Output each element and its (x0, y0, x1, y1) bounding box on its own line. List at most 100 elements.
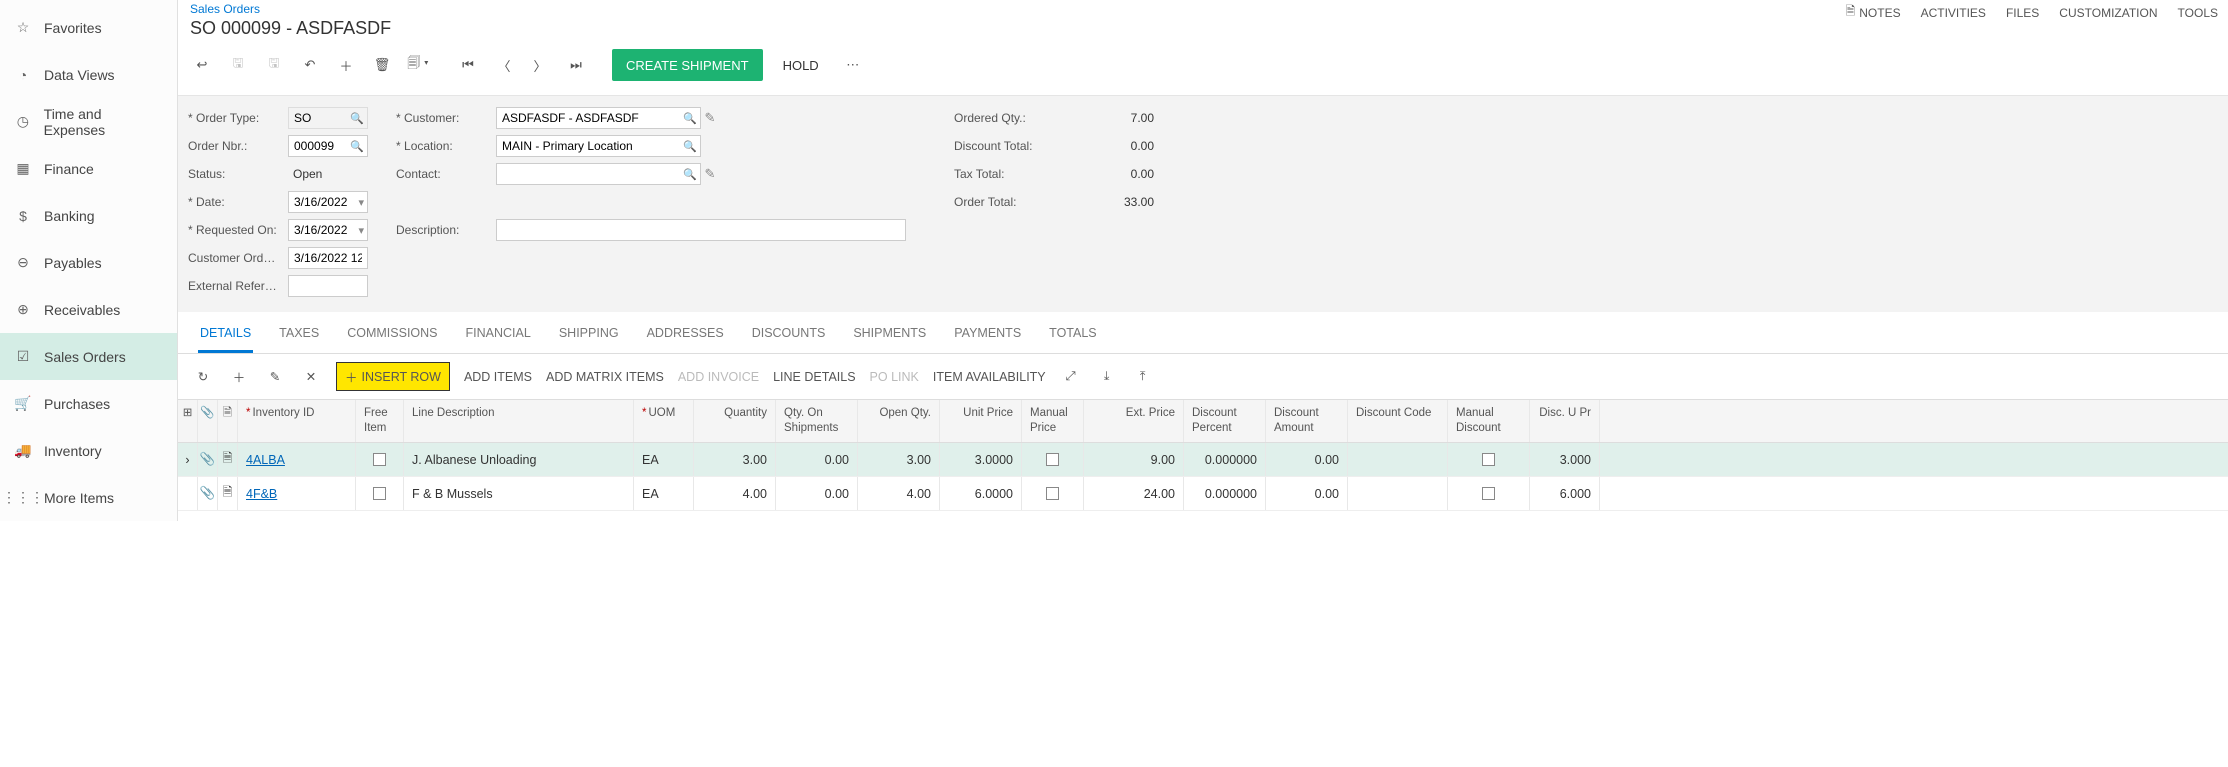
sidebar-item-banking[interactable]: $Banking (0, 192, 177, 239)
col-open-qty[interactable]: Open Qty. (858, 400, 940, 442)
pencil-icon[interactable]: ✎ (701, 166, 719, 182)
attach-icon[interactable]: 📎 (198, 477, 218, 510)
col-manual-discount[interactable]: Manual Discount (1448, 400, 1530, 442)
date-input[interactable] (288, 191, 368, 213)
tab-payments[interactable]: PAYMENTS (952, 316, 1023, 353)
breadcrumb[interactable]: Sales Orders (188, 2, 391, 16)
next-button[interactable]: 〉 (526, 51, 554, 79)
cell-discount-amount[interactable]: 0.00 (1266, 443, 1348, 476)
undo-button[interactable]: ↶ (296, 51, 324, 79)
cell-inventory-id[interactable]: 4ALBA (238, 443, 356, 476)
customer-ord-input[interactable] (288, 247, 368, 269)
fit-columns-button[interactable]: ⤢ (1060, 369, 1082, 384)
tab-details[interactable]: DETAILS (198, 316, 253, 353)
delete-row-button[interactable]: ✕ (300, 369, 322, 384)
line-details-button[interactable]: LINE DETAILS (773, 370, 855, 384)
cell-manual-price[interactable] (1022, 477, 1084, 510)
location-input[interactable] (496, 135, 701, 157)
cell-line-description[interactable]: J. Albanese Unloading (404, 443, 634, 476)
insert-row-button[interactable]: ＋INSERT ROW (336, 362, 450, 391)
sidebar-item-receivables[interactable]: ⊕Receivables (0, 286, 177, 333)
cell-disc-u[interactable]: 3.000 (1530, 443, 1600, 476)
back-button[interactable]: ↩ (188, 51, 216, 79)
item-availability-button[interactable]: ITEM AVAILABILITY (933, 370, 1046, 384)
refresh-button[interactable]: ↻ (192, 369, 214, 384)
order-nbr-input[interactable] (288, 135, 368, 157)
table-row[interactable]: 📎🗎4F&BF & B MusselsEA4.000.004.006.00002… (178, 477, 2228, 511)
add-row-button[interactable]: ＋ (228, 367, 250, 386)
cell-qty-on-shipments[interactable]: 0.00 (776, 477, 858, 510)
sidebar-item-time-and-expenses[interactable]: ◷Time and Expenses (0, 98, 177, 145)
cell-unit-price[interactable]: 6.0000 (940, 477, 1022, 510)
sidebar-item-sales-orders[interactable]: ☑Sales Orders (0, 333, 177, 380)
tab-discounts[interactable]: DISCOUNTS (750, 316, 828, 353)
col-manual-price[interactable]: Manual Price (1022, 400, 1084, 442)
cell-line-description[interactable]: F & B Mussels (404, 477, 634, 510)
cell-qty-on-shipments[interactable]: 0.00 (776, 443, 858, 476)
cell-free-item[interactable] (356, 477, 404, 510)
tab-shipping[interactable]: SHIPPING (557, 316, 621, 353)
sidebar-item-data-views[interactable]: ◔Data Views (0, 51, 177, 98)
col-uom[interactable]: *UOM (634, 400, 694, 442)
col-unit-price[interactable]: Unit Price (940, 400, 1022, 442)
cell-free-item[interactable] (356, 443, 404, 476)
cell-discount-percent[interactable]: 0.000000 (1184, 443, 1266, 476)
cell-quantity[interactable]: 3.00 (694, 443, 776, 476)
upload-button[interactable]: ⤒ (1132, 369, 1154, 384)
edit-row-button[interactable]: ✎ (264, 369, 286, 384)
col-discount-percent[interactable]: Discount Percent (1184, 400, 1266, 442)
note-icon[interactable]: 🗎 (218, 477, 238, 510)
sidebar-item-purchases[interactable]: 🛒Purchases (0, 380, 177, 427)
pencil-icon[interactable]: ✎ (701, 110, 719, 126)
col-discount-amount[interactable]: Discount Amount (1266, 400, 1348, 442)
cell-discount-code[interactable] (1348, 443, 1448, 476)
add-button[interactable]: ＋ (332, 51, 360, 79)
order-type-input[interactable] (288, 107, 368, 129)
sidebar-item-more-items[interactable]: ⋮⋮⋮More Items (0, 474, 177, 521)
files-action[interactable]: FILES (2006, 6, 2039, 20)
customer-input[interactable] (496, 107, 701, 129)
more-button[interactable]: ⋯ (839, 51, 867, 79)
cell-unit-price[interactable]: 3.0000 (940, 443, 1022, 476)
cell-quantity[interactable]: 4.00 (694, 477, 776, 510)
cell-manual-discount[interactable] (1448, 443, 1530, 476)
contact-input[interactable] (496, 163, 701, 185)
sidebar-item-favorites[interactable]: ☆Favorites (0, 4, 177, 51)
table-row[interactable]: ›📎🗎4ALBAJ. Albanese UnloadingEA3.000.003… (178, 443, 2228, 477)
col-quantity[interactable]: Quantity (694, 400, 776, 442)
cell-discount-code[interactable] (1348, 477, 1448, 510)
row-expand[interactable] (178, 477, 198, 510)
copy-button[interactable]: 🗐 ▾ (404, 51, 432, 79)
add-items-button[interactable]: ADD ITEMS (464, 370, 532, 384)
external-ref-input[interactable] (288, 275, 368, 297)
activities-action[interactable]: ACTIVITIES (1921, 6, 1986, 20)
last-button[interactable]: ⏭ (562, 51, 590, 79)
cell-manual-price[interactable] (1022, 443, 1084, 476)
add-matrix-items-button[interactable]: ADD MATRIX ITEMS (546, 370, 664, 384)
col-inventory-id[interactable]: *Inventory ID (238, 400, 356, 442)
attach-icon[interactable]: 📎 (198, 443, 218, 476)
tools-action[interactable]: TOOLS (2178, 6, 2218, 20)
first-button[interactable]: ⏮ (454, 51, 482, 79)
sidebar-item-inventory[interactable]: 🚚Inventory (0, 427, 177, 474)
delete-button[interactable]: 🗑 (368, 51, 396, 79)
description-input[interactable] (496, 219, 906, 241)
create-shipment-button[interactable]: CREATE SHIPMENT (612, 49, 763, 81)
requested-on-input[interactable] (288, 219, 368, 241)
cell-open-qty[interactable]: 3.00 (858, 443, 940, 476)
cell-discount-percent[interactable]: 0.000000 (1184, 477, 1266, 510)
sidebar-item-finance[interactable]: ▦Finance (0, 145, 177, 192)
prev-button[interactable]: 〈 (490, 51, 518, 79)
tab-financial[interactable]: FINANCIAL (464, 316, 533, 353)
col-discount-code[interactable]: Discount Code (1348, 400, 1448, 442)
col-expand[interactable]: ⊞ (178, 400, 198, 442)
cell-inventory-id[interactable]: 4F&B (238, 477, 356, 510)
cell-disc-u[interactable]: 6.000 (1530, 477, 1600, 510)
save-close-button[interactable]: 🖫 (260, 51, 288, 79)
export-excel-button[interactable]: ⤓ (1096, 369, 1118, 384)
tab-taxes[interactable]: TAXES (277, 316, 321, 353)
save-button[interactable]: 🖫 (224, 51, 252, 79)
cell-ext-price[interactable]: 9.00 (1084, 443, 1184, 476)
hold-button[interactable]: HOLD (771, 49, 831, 81)
cell-ext-price[interactable]: 24.00 (1084, 477, 1184, 510)
